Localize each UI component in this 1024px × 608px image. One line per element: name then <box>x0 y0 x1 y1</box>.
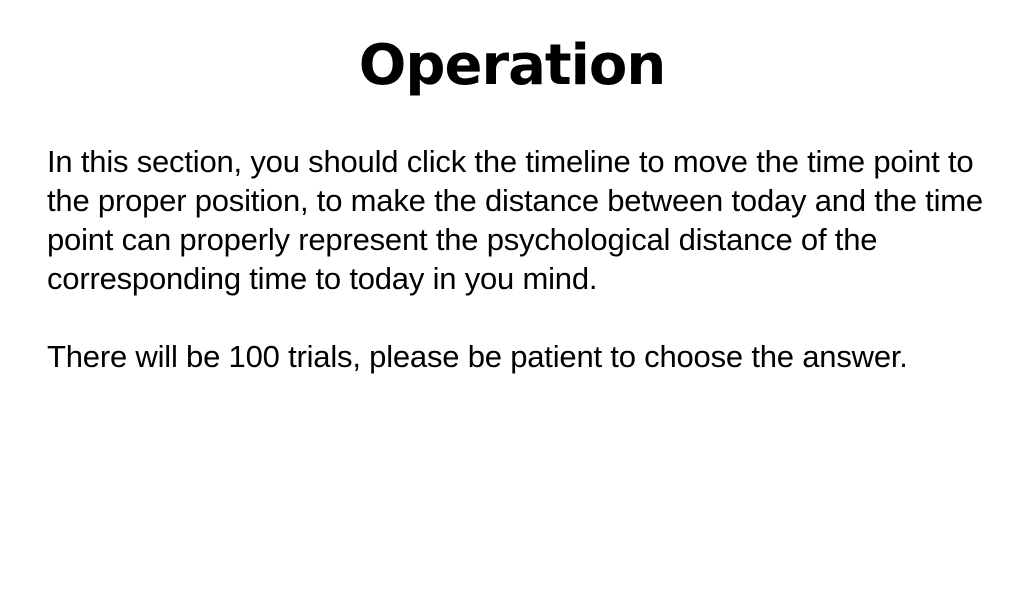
instruction-paragraph-operation: In this section, you should click the ti… <box>47 144 983 296</box>
instructions-body: In this section, you should click the ti… <box>47 142 1007 376</box>
instruction-paragraph-trials: There will be 100 trials, please be pati… <box>47 339 908 374</box>
page-title: Operation <box>358 33 666 98</box>
instruction-screen: Operation In this section, you should cl… <box>0 0 1024 608</box>
